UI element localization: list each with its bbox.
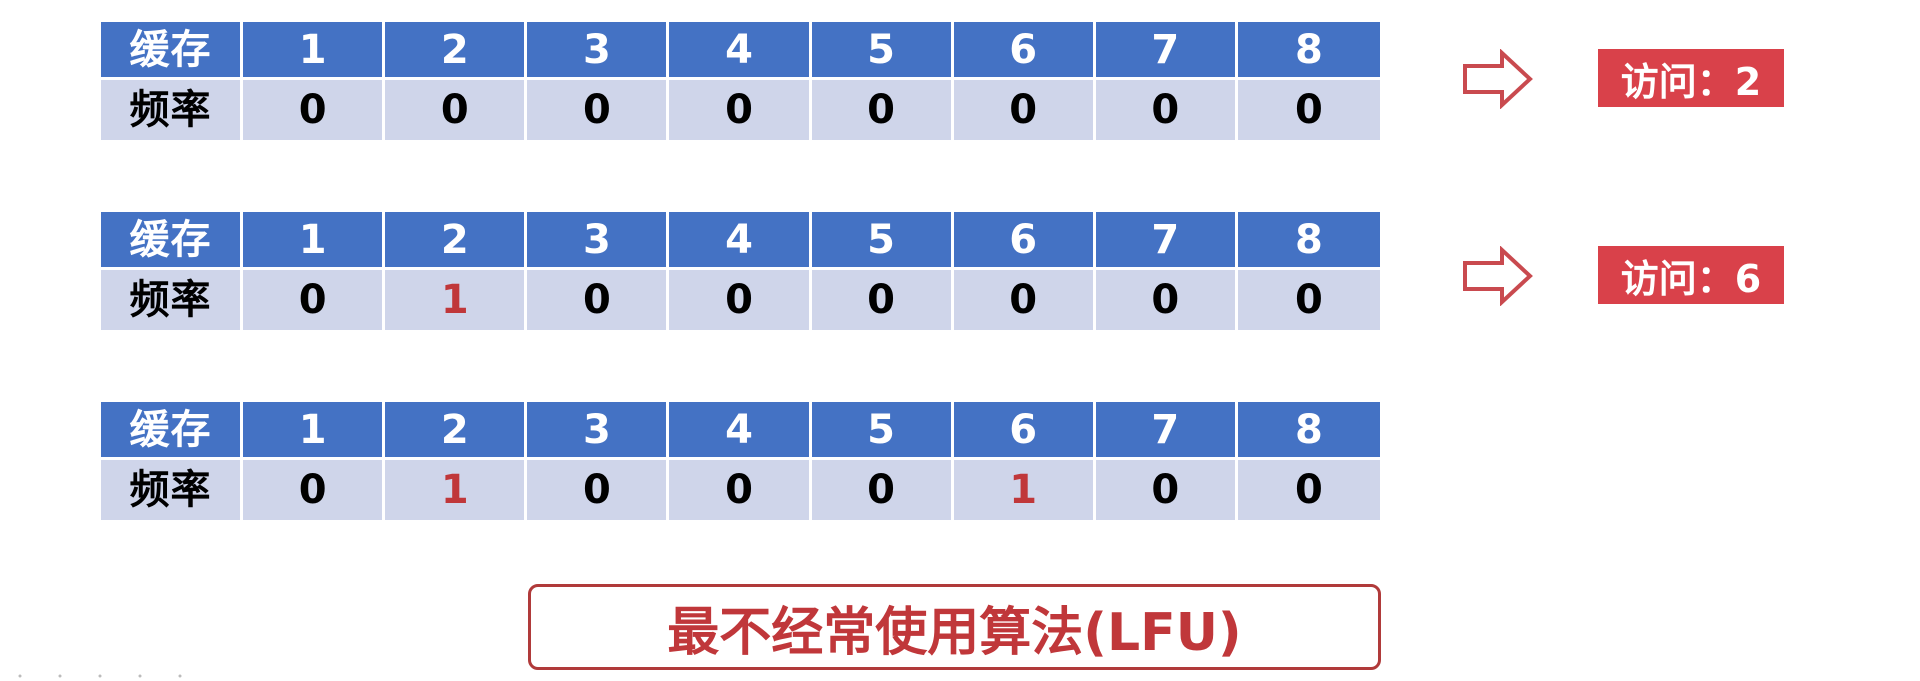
cache-key: 7 [1095,402,1238,460]
frequency-value: 0 [811,460,954,520]
frequency-value: 0 [385,80,528,140]
frequency-value: 0 [811,80,954,140]
cache-key: 6 [953,212,1096,270]
cache-key: 8 [1237,402,1380,460]
frequency-label: 频率 [101,460,244,520]
cache-key: 1 [243,22,386,80]
cache-key: 4 [669,212,812,270]
cache-key: 2 [385,402,528,460]
frequency-value: 0 [243,460,386,520]
frequency-label: 频率 [101,80,244,140]
cache-row: 缓存 1 2 3 4 5 6 7 8 [101,22,1380,80]
right-arrow-outline-icon [1463,49,1533,109]
frequency-value: 0 [243,270,386,330]
frequency-value: 0 [527,270,670,330]
frequency-row: 频率 0 1 0 0 0 1 0 0 [101,460,1380,520]
cache-key: 6 [953,402,1096,460]
frequency-value: 0 [811,270,954,330]
frequency-value: 0 [243,80,386,140]
cache-key: 4 [669,22,812,80]
frequency-value: 0 [527,460,670,520]
cache-key: 4 [669,402,812,460]
cache-key: 1 [243,212,386,270]
frequency-value: 0 [1237,460,1380,520]
frequency-value: 0 [1095,270,1238,330]
cache-key: 5 [811,212,954,270]
cache-key: 2 [385,22,528,80]
frequency-value: 1 [385,270,528,330]
cache-table-1: 缓存 1 2 3 4 5 6 7 8 频率 0 0 0 0 0 0 0 0 [101,22,1380,140]
cache-key: 5 [811,402,954,460]
cache-key: 1 [243,402,386,460]
cache-key: 3 [527,22,670,80]
cache-label: 缓存 [101,22,244,80]
cache-label: 缓存 [101,212,244,270]
frequency-value: 0 [953,80,1096,140]
cache-row: 缓存 1 2 3 4 5 6 7 8 [101,212,1380,270]
algorithm-title: 最不经常使用算法(LFU) [528,584,1381,670]
frequency-value: 0 [1237,270,1380,330]
cache-key: 7 [1095,22,1238,80]
frequency-row: 频率 0 1 0 0 0 0 0 0 [101,270,1380,330]
access-step-badge: 访问：2 [1598,49,1784,107]
frequency-value: 1 [385,460,528,520]
cache-table-3: 缓存 1 2 3 4 5 6 7 8 频率 0 1 0 0 0 1 0 0 [101,402,1380,520]
cache-key: 2 [385,212,528,270]
frequency-label: 频率 [101,270,244,330]
cache-row: 缓存 1 2 3 4 5 6 7 8 [101,402,1380,460]
cache-label: 缓存 [101,402,244,460]
frequency-row: 频率 0 0 0 0 0 0 0 0 [101,80,1380,140]
frequency-value: 0 [1237,80,1380,140]
cache-key: 8 [1237,22,1380,80]
frequency-value: 0 [669,270,812,330]
right-arrow-outline-icon [1463,246,1533,306]
decorative-dots [18,674,182,678]
frequency-value: 0 [1095,80,1238,140]
cache-table-2: 缓存 1 2 3 4 5 6 7 8 频率 0 1 0 0 0 0 0 0 [101,212,1380,330]
cache-key: 8 [1237,212,1380,270]
cache-key: 5 [811,22,954,80]
access-step-badge: 访问：6 [1598,246,1784,304]
frequency-value: 0 [527,80,670,140]
frequency-value: 0 [669,460,812,520]
frequency-value: 0 [669,80,812,140]
frequency-value: 1 [953,460,1096,520]
cache-key: 6 [953,22,1096,80]
cache-key: 3 [527,402,670,460]
cache-key: 7 [1095,212,1238,270]
frequency-value: 0 [953,270,1096,330]
cache-key: 3 [527,212,670,270]
frequency-value: 0 [1095,460,1238,520]
